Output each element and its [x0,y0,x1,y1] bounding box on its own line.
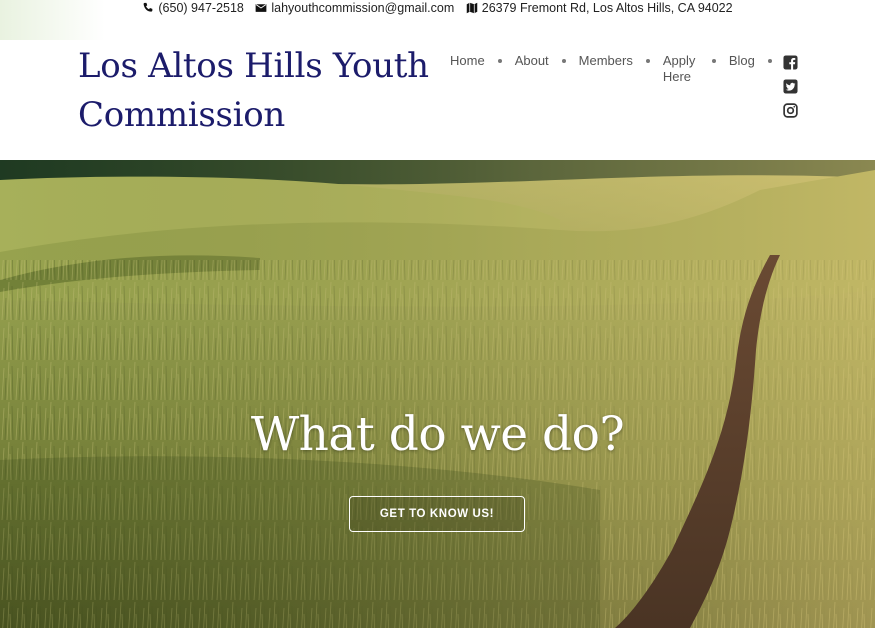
hero-background-image [0,160,875,628]
social-links [783,55,799,127]
contact-info: (650) 947-2518 lahyouthcommission@gmail.… [0,1,875,17]
main-nav: Home About Members Apply Here Blog [450,53,785,85]
phone-number: (650) 947-2518 [158,1,244,15]
nav-apply-here[interactable]: Apply Here [663,53,699,85]
hero-heading: What do we do? [250,407,625,462]
site-title[interactable]: Los Altos Hills Youth Commission [78,42,458,140]
hero-banner: What do we do? GET TO KNOW US! [0,160,875,628]
envelope-icon [256,4,267,12]
instagram-icon[interactable] [783,103,798,118]
nav-separator [645,59,650,63]
nav-separator [767,59,772,63]
site-title-line-1: Los Altos Hills Youth [78,46,429,86]
email-item[interactable]: lahyouthcommission@gmail.com [255,1,454,15]
nav-blog[interactable]: Blog [729,53,755,69]
phone-icon [143,2,153,12]
nav-about[interactable]: About [515,53,549,69]
email-address: lahyouthcommission@gmail.com [271,1,455,15]
street-address: 26379 Fremont Rd, Los Altos Hills, CA 94… [481,1,733,15]
top-contact-bar: (650) 947-2518 lahyouthcommission@gmail.… [0,0,875,40]
phone-item[interactable]: (650) 947-2518 [142,1,244,15]
address-item[interactable]: 26379 Fremont Rd, Los Altos Hills, CA 94… [466,1,733,15]
nav-separator [561,59,566,63]
nav-members[interactable]: Members [579,53,633,69]
site-title-line-2: Commission [78,95,285,135]
get-to-know-us-button[interactable]: GET TO KNOW US! [349,496,525,532]
facebook-icon[interactable] [783,55,798,70]
nav-separator [711,59,716,63]
nav-home[interactable]: Home [450,53,485,69]
twitter-icon[interactable] [783,79,798,94]
nav-separator [497,59,502,63]
site-header: Los Altos Hills Youth Commission Home Ab… [0,40,875,160]
map-icon [466,2,477,14]
